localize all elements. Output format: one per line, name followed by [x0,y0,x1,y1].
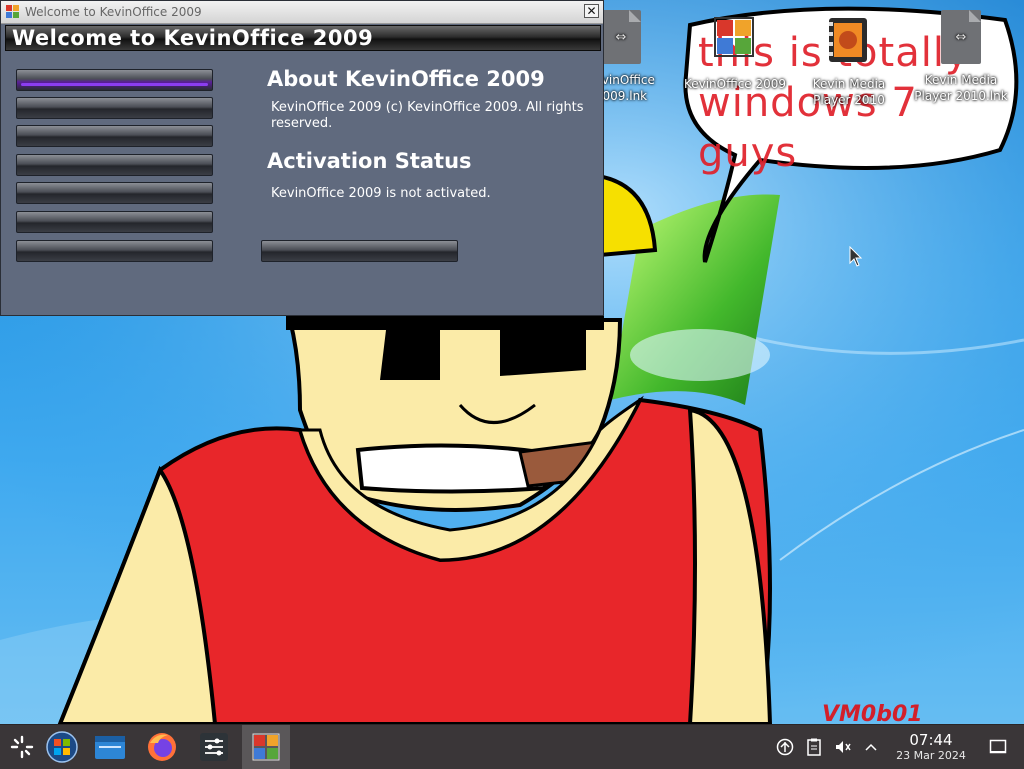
file-manager-button[interactable] [88,725,132,769]
clock[interactable]: 07:44 23 Mar 2024 [886,731,976,763]
shortcut-file-icon: ⇔ [597,10,645,68]
show-desktop-icon [989,739,1007,754]
nav-button-1[interactable] [16,69,213,91]
desktop-icon-kevin-media-player[interactable]: Kevin Media Player 2010 [794,14,904,108]
network-icon [776,738,794,756]
mouse-cursor-icon [849,246,863,267]
window-title: Welcome to KevinOffice 2009 [25,5,202,19]
firefox-button[interactable] [140,725,184,769]
activate-button[interactable] [261,240,458,262]
windows-start-icon [46,731,78,763]
office-logo-icon [711,14,759,72]
nav-button-6[interactable] [16,211,213,233]
kevinoffice-icon [252,733,280,761]
show-desktop-button[interactable] [984,725,1012,769]
nav-button-4[interactable] [16,154,213,176]
volume-muted-icon [836,741,851,753]
desktop-icon-kevinoffice[interactable]: KevinOffice 2009 [680,14,790,92]
desktop-icon-label: Kevin Media Player 2010.lnk [914,73,1008,103]
nav-button-5[interactable] [16,182,213,204]
header-title: Welcome to KevinOffice 2009 [12,26,374,50]
network-tray-button[interactable] [772,725,798,769]
file-manager-icon [95,736,125,759]
nav-button-7[interactable] [16,240,213,262]
clock-date: 23 Mar 2024 [896,749,966,762]
activation-status-text: KevinOffice 2009 is not activated. [271,186,491,201]
kevinoffice-taskbar-button[interactable] [242,725,290,769]
film-reel-icon [825,14,873,72]
windows-start-button[interactable] [40,725,84,769]
watermark: VM0b01 [822,702,923,724]
settings-icon [200,733,228,761]
taskbar: 07:44 23 Mar 2024 [0,724,1024,769]
app-launcher-icon [10,735,34,759]
close-button[interactable]: ✕ [584,4,599,18]
clipboard-icon [807,738,821,756]
desktop-icon-label: Kevin Media Player 2010 [812,77,886,107]
tray-expand-button[interactable] [858,725,884,769]
nav-button-2[interactable] [16,97,213,119]
header-banner: Welcome to KevinOffice 2009 [5,25,601,51]
firefox-icon [148,733,176,761]
desktop-icon-label: KevinOffice 2009 [683,77,787,91]
shortcut-file-icon: ⇔ [937,10,985,68]
desktop-icon-kevin-media-player-lnk[interactable]: ⇔ Kevin Media Player 2010.lnk [906,10,1016,104]
app-launcher-button[interactable] [0,725,44,769]
activation-heading: Activation Status [267,149,472,173]
welcome-window: Welcome to KevinOffice 2009 ✕ Welcome to… [0,0,604,316]
clipboard-tray-button[interactable] [801,725,827,769]
kevinoffice-app-icon [6,5,19,18]
clock-time: 07:44 [909,731,953,749]
about-heading: About KevinOffice 2009 [267,67,545,91]
about-text: KevinOffice 2009 (c) KevinOffice 2009. A… [271,100,584,131]
nav-button-3[interactable] [16,125,213,147]
desktop: this is totally windows 7 guys VM0b01 ⇔ … [0,0,1024,724]
settings-button[interactable] [192,725,236,769]
tray-expand-icon [865,743,877,751]
volume-tray-button[interactable] [830,725,856,769]
window-titlebar[interactable]: Welcome to KevinOffice 2009 ✕ [1,1,603,24]
